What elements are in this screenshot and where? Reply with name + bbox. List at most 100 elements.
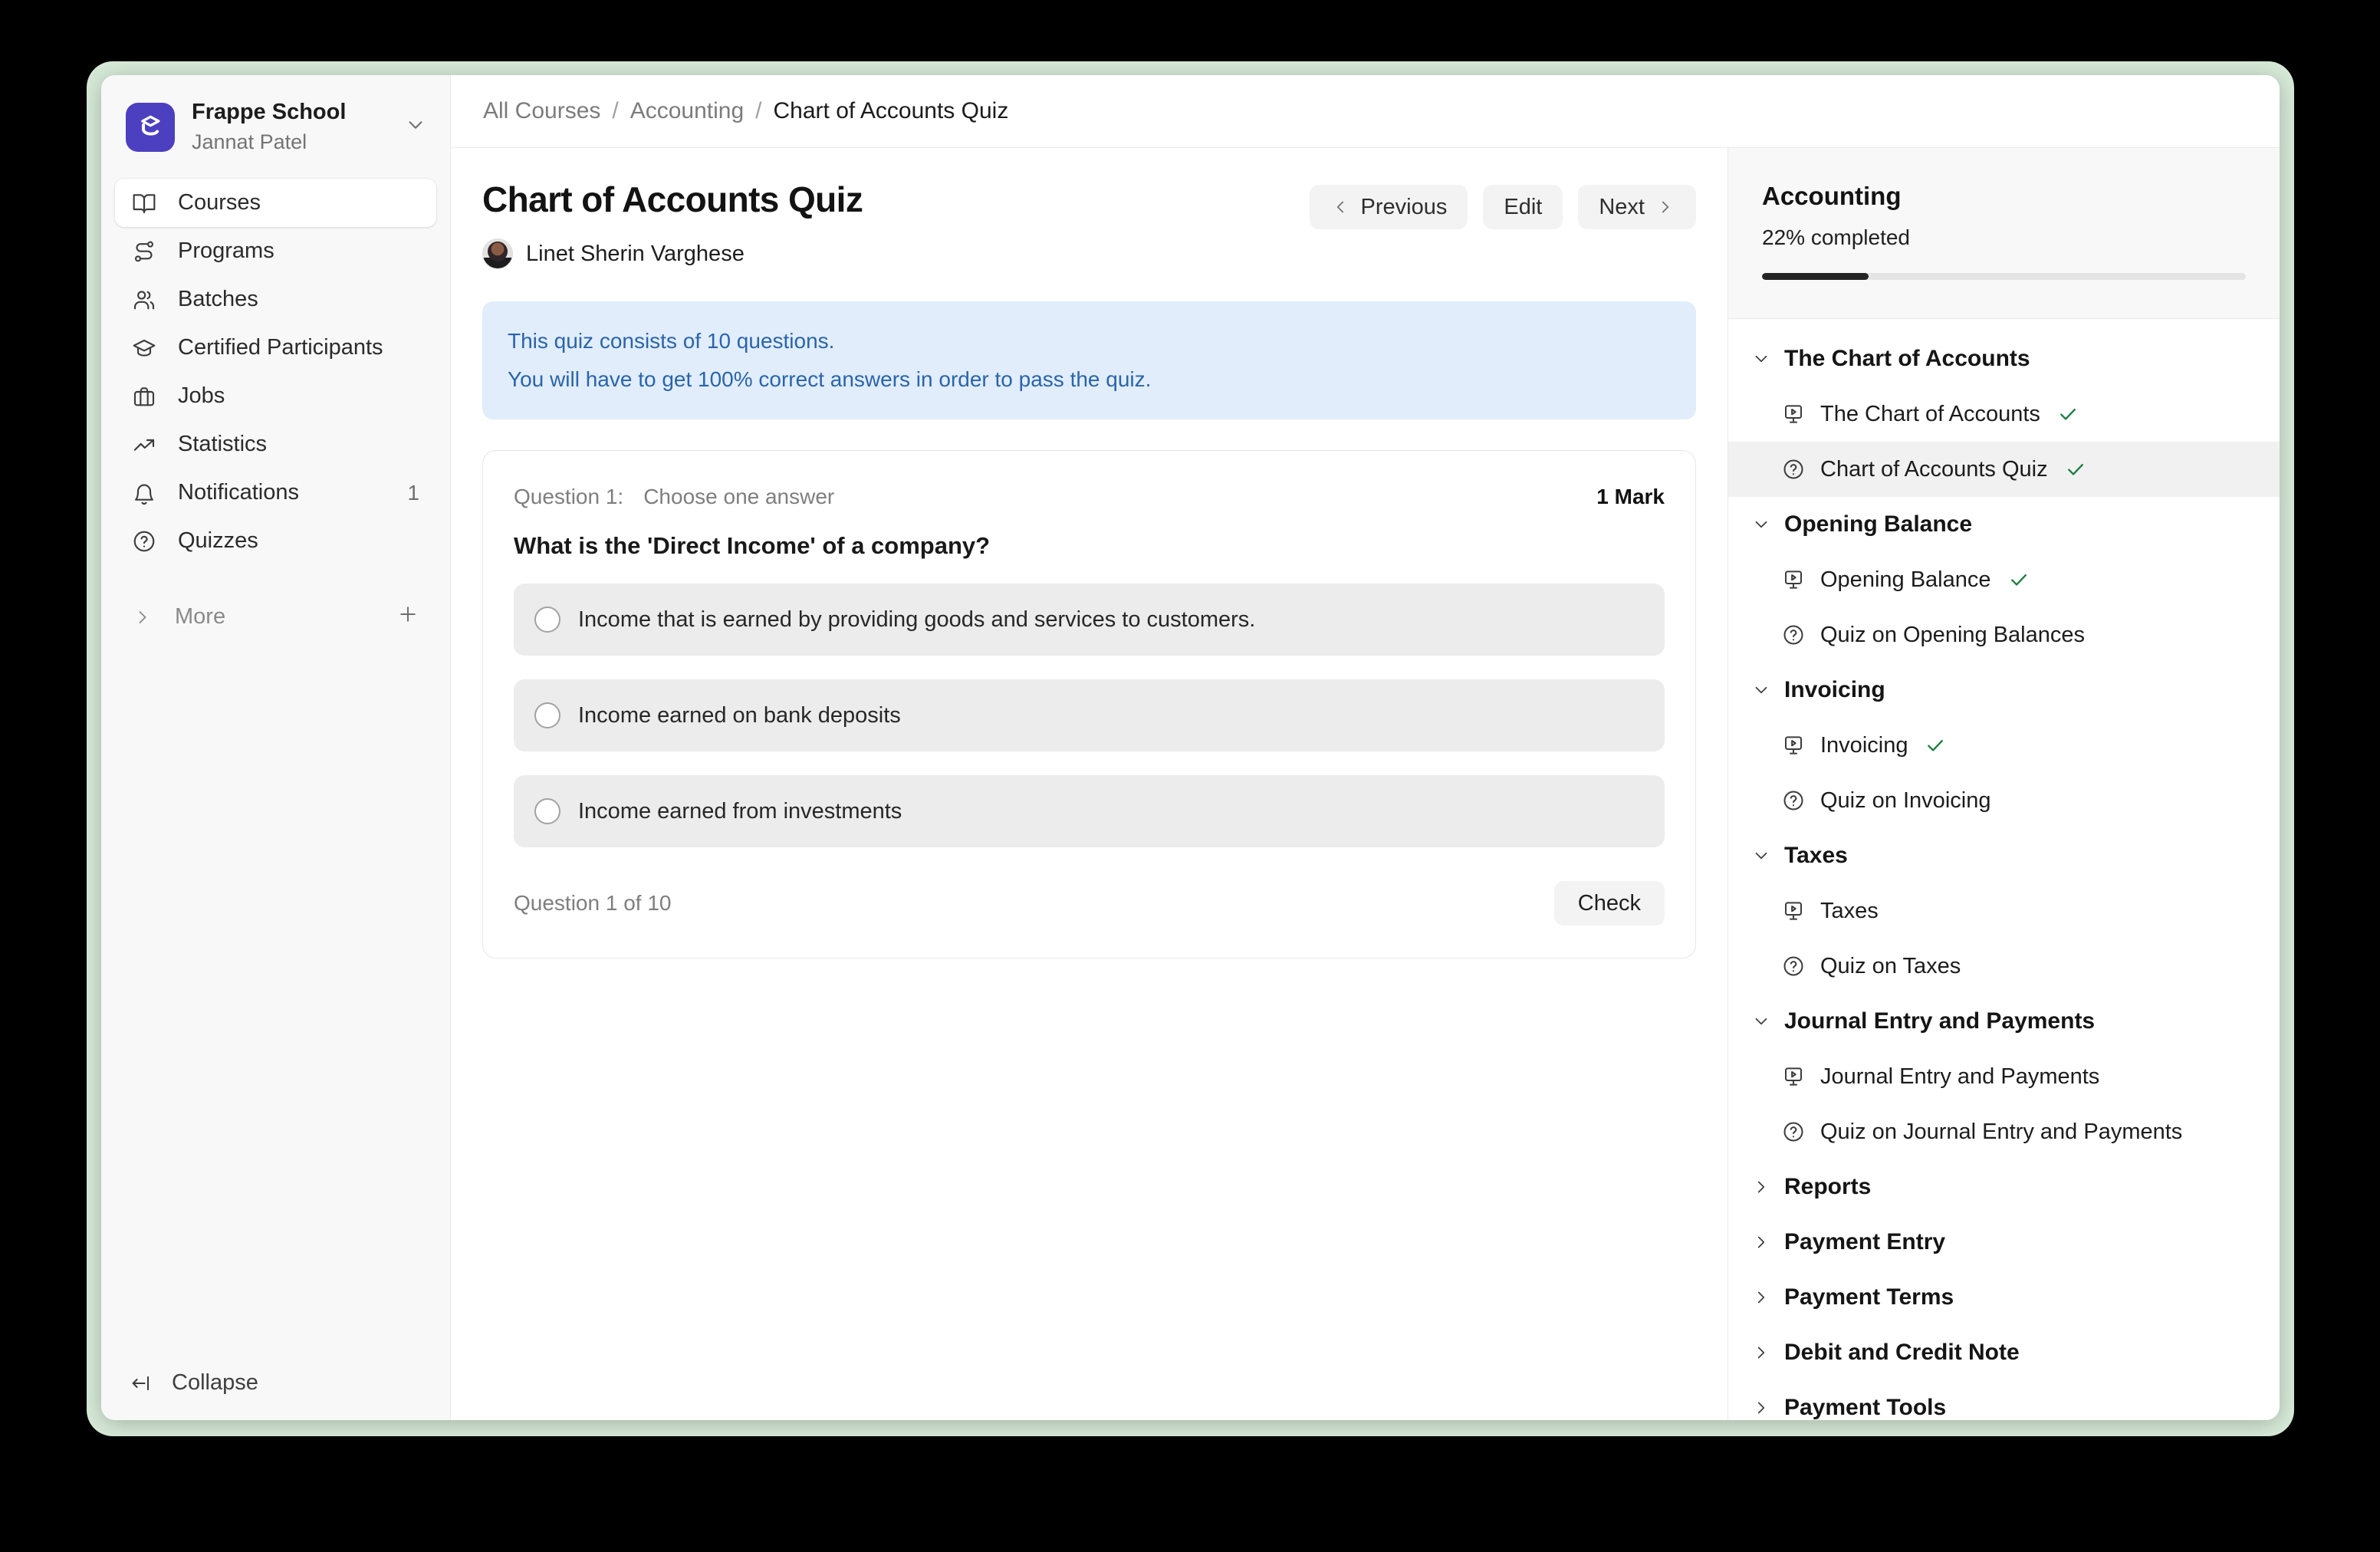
outline-item-quiz-current[interactable]: Chart of Accounts Quiz bbox=[1728, 442, 2280, 497]
answer-option[interactable]: Income that is earned by providing goods… bbox=[514, 584, 1665, 656]
sidebar-item-statistics[interactable]: Statistics bbox=[115, 420, 436, 469]
outline-section-reports[interactable]: Reports bbox=[1728, 1159, 2280, 1215]
outline-item-lesson[interactable]: The Chart of Accounts bbox=[1728, 386, 2280, 442]
chevron-right-icon bbox=[1751, 1343, 1771, 1363]
outline-section-payment-terms[interactable]: Payment Terms bbox=[1728, 1270, 2280, 1325]
chevron-down-icon bbox=[1751, 846, 1771, 866]
sidebar-item-programs[interactable]: Programs bbox=[115, 227, 436, 275]
sidebar-item-label: Jobs bbox=[178, 383, 225, 409]
chevron-down-icon bbox=[1751, 349, 1771, 369]
plus-icon bbox=[396, 603, 419, 626]
sidebar-item-label: Programs bbox=[178, 238, 274, 264]
outline-item-lesson[interactable]: Opening Balance bbox=[1728, 552, 2280, 607]
chevron-right-icon bbox=[1751, 1287, 1771, 1307]
add-sidebar-section-button[interactable] bbox=[396, 603, 419, 632]
monitor-play-icon bbox=[1782, 734, 1805, 757]
outline-item-quiz[interactable]: Quiz on Invoicing bbox=[1728, 773, 2280, 828]
outline-section-opening-balance[interactable]: Opening Balance bbox=[1728, 497, 2280, 552]
option-radio[interactable] bbox=[534, 702, 560, 728]
content-row: Chart of Accounts Quiz Linet Sherin Varg… bbox=[451, 148, 2280, 1420]
help-circle-icon bbox=[1782, 1120, 1805, 1143]
outline-item-quiz[interactable]: Quiz on Taxes bbox=[1728, 939, 2280, 994]
monitor-play-icon bbox=[1782, 899, 1805, 922]
section-label: Payment Terms bbox=[1784, 1284, 1954, 1310]
sidebar-item-notifications[interactable]: Notifications 1 bbox=[115, 469, 436, 517]
previous-button[interactable]: Previous bbox=[1310, 185, 1468, 229]
next-button[interactable]: Next bbox=[1578, 185, 1696, 229]
sidebar-item-label: Courses bbox=[178, 190, 261, 215]
answer-option[interactable]: Income earned on bank deposits bbox=[514, 679, 1665, 751]
monitor-play-icon bbox=[1782, 403, 1805, 426]
outline-item-quiz[interactable]: Quiz on Journal Entry and Payments bbox=[1728, 1104, 2280, 1159]
option-radio[interactable] bbox=[534, 607, 560, 633]
option-label: Income that is earned by providing goods… bbox=[578, 607, 1255, 633]
question-text: What is the 'Direct Income' of a company… bbox=[514, 532, 1665, 560]
course-completed-label: 22% completed bbox=[1762, 225, 2246, 250]
school-name: Frappe School bbox=[192, 100, 346, 125]
sidebar-item-batches[interactable]: Batches bbox=[115, 275, 436, 324]
outline-item-quiz[interactable]: Quiz on Opening Balances bbox=[1728, 607, 2280, 663]
banner-line-2: You will have to get 100% correct answer… bbox=[508, 360, 1671, 399]
outline-section-payment-tools[interactable]: Payment Tools bbox=[1728, 1380, 2280, 1420]
outline-section-journal-entry-and-payments[interactable]: Journal Entry and Payments bbox=[1728, 994, 2280, 1049]
breadcrumb-all-courses[interactable]: All Courses bbox=[483, 98, 600, 124]
sidebar-item-label: Batches bbox=[178, 287, 258, 312]
quiz-header: Chart of Accounts Quiz Linet Sherin Varg… bbox=[482, 179, 1696, 269]
outline-item-lesson[interactable]: Taxes bbox=[1728, 883, 2280, 939]
section-label: Opening Balance bbox=[1784, 511, 1972, 538]
sidebar-item-label: Quizzes bbox=[178, 528, 258, 554]
question-progress: Question 1 of 10 bbox=[514, 891, 671, 916]
check-icon bbox=[2065, 459, 2086, 480]
chevron-left-icon bbox=[1330, 197, 1350, 217]
quiz-info-banner: This quiz consists of 10 questions. You … bbox=[482, 301, 1696, 419]
author-avatar bbox=[482, 238, 513, 269]
chevron-down-icon bbox=[1751, 1011, 1771, 1031]
option-radio[interactable] bbox=[534, 798, 560, 824]
section-label: Payment Entry bbox=[1784, 1229, 1945, 1255]
quiz-main: Chart of Accounts Quiz Linet Sherin Varg… bbox=[451, 148, 1727, 1420]
breadcrumb-current: Chart of Accounts Quiz bbox=[774, 98, 1009, 124]
outline-item-lesson[interactable]: Journal Entry and Payments bbox=[1728, 1049, 2280, 1104]
sidebar-item-label: Certified Participants bbox=[178, 335, 383, 360]
chevron-right-icon bbox=[1751, 1232, 1771, 1252]
chevron-right-icon bbox=[1655, 197, 1675, 217]
author-name: Linet Sherin Varghese bbox=[526, 242, 745, 267]
chevron-down-icon bbox=[1751, 515, 1771, 534]
sidebar-item-label: Statistics bbox=[178, 432, 267, 457]
workspace-identity: Frappe School Jannat Patel bbox=[192, 100, 346, 154]
question-footer: Question 1 of 10 Check bbox=[514, 881, 1665, 926]
user-name: Jannat Patel bbox=[192, 130, 346, 154]
collapse-sidebar-button[interactable]: Collapse bbox=[101, 1346, 450, 1420]
breadcrumb-accounting[interactable]: Accounting bbox=[630, 98, 744, 124]
sidebar-item-jobs[interactable]: Jobs bbox=[115, 372, 436, 420]
check-button[interactable]: Check bbox=[1554, 881, 1665, 926]
sidebar-item-certified-participants[interactable]: Certified Participants bbox=[115, 324, 436, 372]
trending-up-icon bbox=[132, 432, 156, 457]
option-label: Income earned on bank deposits bbox=[578, 703, 901, 728]
outline-section-debit-and-credit-note[interactable]: Debit and Credit Note bbox=[1728, 1325, 2280, 1380]
outline-section-taxes[interactable]: Taxes bbox=[1728, 828, 2280, 883]
item-label: The Chart of Accounts bbox=[1820, 402, 2040, 427]
breadcrumb-separator: / bbox=[612, 98, 618, 124]
section-label: Reports bbox=[1784, 1174, 1871, 1200]
workspace-switcher[interactable]: Frappe School Jannat Patel bbox=[101, 75, 450, 174]
monitor-play-icon bbox=[1782, 1065, 1805, 1088]
check-label: Check bbox=[1578, 891, 1641, 916]
notification-count: 1 bbox=[407, 481, 419, 505]
chevron-right-icon bbox=[1751, 1398, 1771, 1418]
users-icon bbox=[132, 288, 156, 312]
next-label: Next bbox=[1599, 195, 1645, 220]
sidebar-item-courses[interactable]: Courses bbox=[115, 179, 436, 227]
question-number-label: Question 1: bbox=[514, 485, 623, 509]
sidebar-item-quizzes[interactable]: Quizzes bbox=[115, 517, 436, 565]
outline-section-payment-entry[interactable]: Payment Entry bbox=[1728, 1215, 2280, 1270]
item-label: Opening Balance bbox=[1820, 567, 1991, 593]
breadcrumb: All Courses / Accounting / Chart of Acco… bbox=[451, 75, 2280, 148]
outline-section-invoicing[interactable]: Invoicing bbox=[1728, 663, 2280, 718]
answer-option[interactable]: Income earned from investments bbox=[514, 775, 1665, 847]
outline-item-lesson[interactable]: Invoicing bbox=[1728, 718, 2280, 773]
edit-button[interactable]: Edit bbox=[1483, 185, 1563, 229]
outline-section-chart-of-accounts[interactable]: The Chart of Accounts bbox=[1728, 331, 2280, 386]
course-outline-sidebar: Accounting 22% completed The Chart of Ac… bbox=[1727, 148, 2280, 1420]
sidebar-item-more[interactable]: More bbox=[115, 593, 436, 641]
